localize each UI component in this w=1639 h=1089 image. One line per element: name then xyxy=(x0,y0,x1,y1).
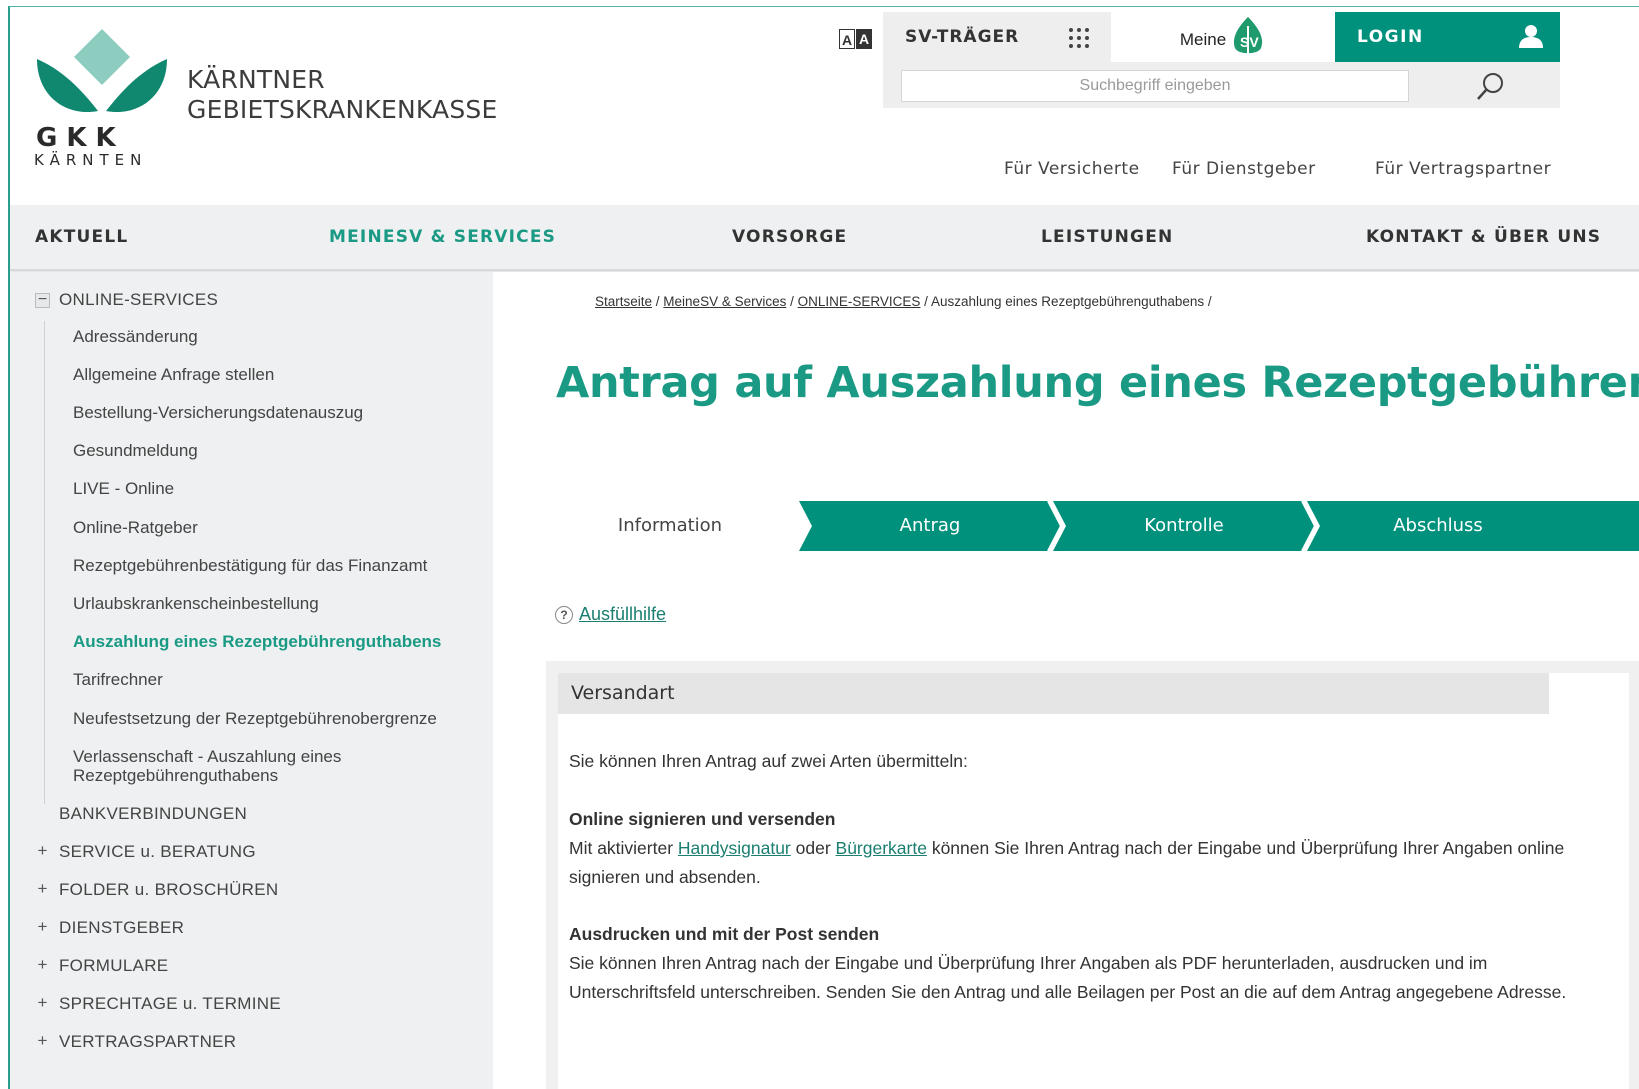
app-grid-icon[interactable] xyxy=(1068,27,1090,49)
versandart-online: Online signieren und versenden Mit aktiv… xyxy=(569,805,1609,892)
versandart-post-text: Sie können Ihren Antrag nach der Eingabe… xyxy=(569,953,1567,1002)
sidebar-section-dienstgeber[interactable]: DIENSTGEBER xyxy=(59,918,184,938)
sidebar-section-folder[interactable]: FOLDER u. BROSCHÜREN xyxy=(59,880,278,900)
expand-icon[interactable]: + xyxy=(35,1032,50,1049)
expand-icon[interactable]: + xyxy=(35,994,50,1011)
versandart-panel-body: Versandart Sie können Ihren Antrag auf z… xyxy=(558,673,1629,1089)
breadcrumb: Startseite / MeineSV & Services / ONLINE… xyxy=(595,294,1212,309)
expand-icon[interactable]: + xyxy=(35,880,50,897)
versandart-heading: Versandart xyxy=(558,673,1549,714)
sidebar-item-verlassenschaft-line1: Verlassenschaft - Auszahlung eines xyxy=(73,747,342,766)
nav-kontakt[interactable]: KONTAKT & ÜBER UNS xyxy=(1366,227,1601,247)
step-information: Information xyxy=(617,515,723,536)
nav-vorsorge[interactable]: VORSORGE xyxy=(732,227,847,247)
audience-link-dienstgeber[interactable]: Für Dienstgeber xyxy=(1172,159,1316,179)
search-input[interactable] xyxy=(901,70,1409,102)
login-button[interactable]: LOGIN xyxy=(1335,12,1560,62)
sidebar-item-neufestsetzung[interactable]: Neufestsetzung der Rezeptgebührenobergre… xyxy=(73,709,437,729)
breadcrumb-separator: / xyxy=(786,294,798,309)
meinesv-leaf-icon: SV xyxy=(1234,17,1263,56)
sidebar-item-live-online[interactable]: LIVE - Online xyxy=(73,479,174,499)
sidebar-section-vertragspartner[interactable]: VERTRAGSPARTNER xyxy=(59,1032,236,1052)
breadcrumb-separator: / xyxy=(652,294,664,309)
logo-region: KÄRNTEN xyxy=(34,151,148,169)
gkk-logo[interactable]: KÄRNTNER GEBIETSKRANKENKASSE GKK KÄRNTEN xyxy=(32,27,512,177)
versandart-online-title: Online signieren und versenden xyxy=(569,809,836,829)
breadcrumb-separator: / xyxy=(920,294,931,309)
main-content: Startseite / MeineSV & Services / ONLINE… xyxy=(493,272,1639,1089)
versandart-post-title: Ausdrucken und mit der Post senden xyxy=(569,924,880,944)
buergerkarte-link[interactable]: Bürgerkarte xyxy=(836,838,927,858)
expand-icon[interactable]: + xyxy=(35,956,50,973)
handysignatur-link[interactable]: Handysignatur xyxy=(678,838,791,858)
logo-name-line1: KÄRNTNER xyxy=(187,65,325,94)
audience-link-vertragspartner[interactable]: Für Vertragspartner xyxy=(1375,159,1551,179)
collapse-icon[interactable]: − xyxy=(35,292,50,308)
logo-name-line2: GEBIETSKRANKENKASSE xyxy=(187,95,498,124)
sidebar-item-auszahlung-active[interactable]: Auszahlung eines Rezeptgebührenguthabens xyxy=(73,632,441,652)
font-size-large-icon[interactable]: A xyxy=(856,29,872,49)
versandart-panel: Versandart Sie können Ihren Antrag auf z… xyxy=(546,661,1639,1089)
sidebar-section-bankverbindungen[interactable]: BANKVERBINDUNGEN xyxy=(59,804,247,824)
breadcrumb-home[interactable]: Startseite xyxy=(595,294,652,309)
sidebar-section-service-beratung[interactable]: SERVICE u. BERATUNG xyxy=(59,842,256,862)
breadcrumb-meinesv[interactable]: MeineSV & Services xyxy=(663,294,786,309)
sidebar-section-sprechtage[interactable]: SPRECHTAGE u. TERMINE xyxy=(59,994,281,1014)
ausfuellhilfe-link[interactable]: Ausfüllhilfe xyxy=(579,604,666,625)
sidebar-item-rezeptgebuehrenbestaetigung[interactable]: Rezeptgebührenbestätigung für das Finanz… xyxy=(73,556,427,576)
login-label: LOGIN xyxy=(1357,27,1424,47)
expand-icon[interactable]: + xyxy=(35,918,50,935)
step-abschluss: Abschluss xyxy=(1393,515,1483,536)
step-kontrolle: Kontrolle xyxy=(1144,515,1224,536)
sidebar-navigation: − ONLINE-SERVICES Adressänderung Allgeme… xyxy=(10,272,493,1089)
sidebar-item-urlaubskrankenschein[interactable]: Urlaubskrankenscheinbestellung xyxy=(73,594,319,614)
main-navigation: AKTUELL MEINESV & SERVICES VORSORGE LEIS… xyxy=(10,205,1639,271)
site-header: KÄRNTNER GEBIETSKRANKENKASSE GKK KÄRNTEN… xyxy=(10,7,1639,205)
question-icon: ? xyxy=(555,605,573,624)
top-utility-bar: SV-TRÄGER Meine SV LOGIN xyxy=(883,12,1560,108)
nav-aktuell[interactable]: AKTUELL xyxy=(35,227,128,247)
search-icon xyxy=(1477,73,1503,100)
logo-wordmark: KÄRNTNER GEBIETSKRANKENKASSE xyxy=(187,65,497,125)
step-antrag: Antrag xyxy=(899,515,961,536)
logo-short: GKK xyxy=(36,123,125,153)
logo-mark-icon xyxy=(37,29,167,113)
nav-meinesv-services[interactable]: MEINESV & SERVICES xyxy=(329,227,556,247)
sidebar-section-formulare[interactable]: FORMULARE xyxy=(59,956,168,976)
font-size-normal-icon[interactable]: A xyxy=(839,29,855,49)
search-button[interactable] xyxy=(1473,70,1507,104)
font-size-toggle[interactable]: A A xyxy=(839,29,872,49)
breadcrumb-online-services[interactable]: ONLINE-SERVICES xyxy=(798,294,921,309)
sidebar-section-online-services[interactable]: ONLINE-SERVICES xyxy=(59,290,218,310)
progress-steps: Information Antrag Kontrolle Abschluss xyxy=(545,501,1639,551)
versandart-online-text-pre: Mit aktivierter xyxy=(569,838,678,858)
meinesv-badge-text: SV xyxy=(1240,34,1259,50)
sidebar-item-verlassenschaft-line2: Rezeptgebührenguthabens xyxy=(73,766,279,785)
meinesv-button[interactable]: Meine SV xyxy=(1111,12,1335,62)
nav-leistungen[interactable]: LEISTUNGEN xyxy=(1041,227,1173,247)
sidebar-item-versicherungsdatenauszug[interactable]: Bestellung-Versicherungsdatenauszug xyxy=(73,403,363,423)
browser-frame: KÄRNTNER GEBIETSKRANKENKASSE GKK KÄRNTEN… xyxy=(8,6,1639,1089)
submenu-guide-line xyxy=(44,321,45,804)
versandart-intro: Sie können Ihren Antrag auf zwei Arten ü… xyxy=(569,751,968,771)
expand-icon[interactable]: + xyxy=(35,842,50,859)
versandart-online-text-mid: oder xyxy=(790,838,836,858)
meinesv-label: Meine xyxy=(1179,30,1227,49)
page-title: Antrag auf Auszahlung eines Rezeptgebühr… xyxy=(556,358,1639,408)
sidebar-item-tarifrechner[interactable]: Tarifrechner xyxy=(73,670,163,690)
sidebar-item-gesundmeldung[interactable]: Gesundmeldung xyxy=(73,441,198,461)
help-link-row[interactable]: ? Ausfüllhilfe xyxy=(555,604,666,625)
sidebar-item-anfrage[interactable]: Allgemeine Anfrage stellen xyxy=(73,365,274,385)
breadcrumb-separator: / xyxy=(1204,294,1212,309)
audience-link-versicherte[interactable]: Für Versicherte xyxy=(1004,159,1140,179)
versandart-post: Ausdrucken und mit der Post senden Sie k… xyxy=(569,920,1609,1007)
sidebar-item-online-ratgeber[interactable]: Online-Ratgeber xyxy=(73,518,198,538)
sv-traeger-label: SV-TRÄGER xyxy=(905,27,1020,47)
sidebar-item-adressaenderung[interactable]: Adressänderung xyxy=(73,327,198,347)
sidebar-item-verlassenschaft[interactable]: Verlassenschaft - Auszahlung eines Rezep… xyxy=(73,747,341,785)
user-icon xyxy=(1519,25,1543,48)
breadcrumb-current: Auszahlung eines Rezeptgebührenguthabens xyxy=(930,294,1205,309)
